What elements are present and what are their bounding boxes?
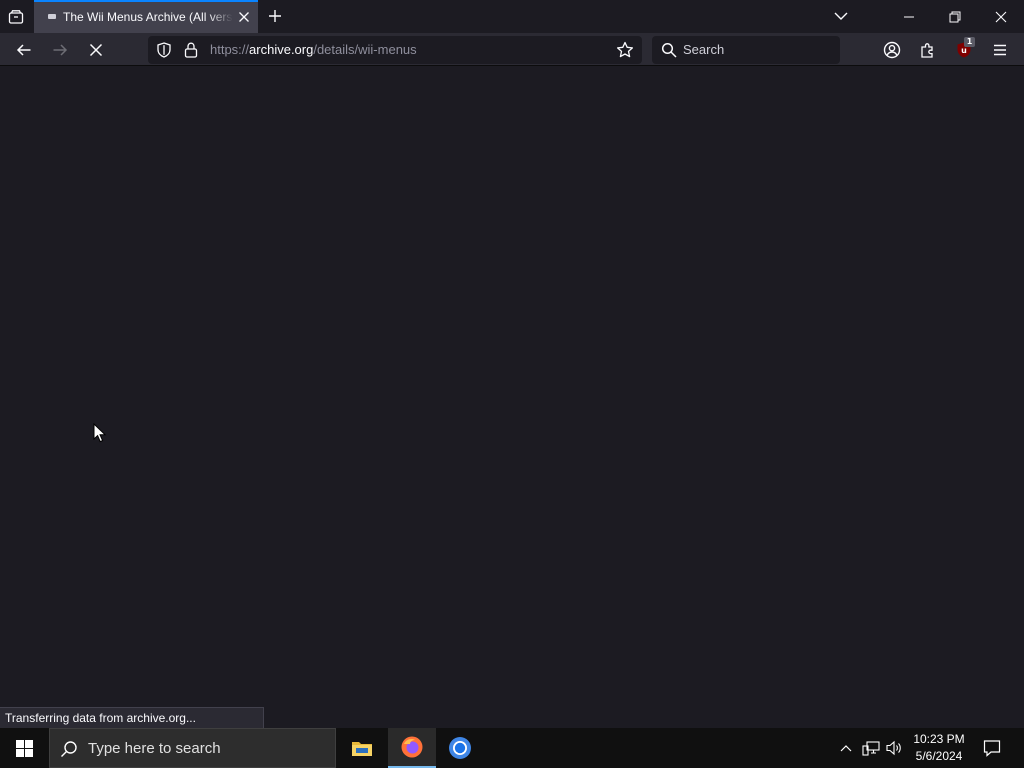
- navigation-toolbar: https://archive.org/details/wii-menus Se…: [0, 33, 1024, 66]
- close-icon: [995, 11, 1007, 22]
- clock-date: 5/6/2024: [915, 749, 963, 763]
- taskbar-search-input[interactable]: Type here to search: [88, 739, 221, 759]
- arrow-left-icon: [16, 44, 31, 56]
- network-button[interactable]: [860, 728, 882, 768]
- stop-icon: [89, 43, 103, 57]
- puzzle-icon: [921, 43, 933, 58]
- url-host: archive.org: [249, 42, 314, 57]
- url-scheme: https://: [210, 42, 250, 57]
- url-path: /details/wii-menus: [313, 42, 417, 57]
- account-icon: [883, 41, 901, 59]
- windows-logo-icon: [15, 739, 33, 757]
- taskbar: Type here to search 10:23 PM 5/6/2024: [0, 728, 1024, 768]
- firefox-taskbar-button[interactable]: [388, 728, 436, 768]
- taskbar-search[interactable]: Type here to search: [49, 728, 336, 768]
- close-icon[interactable]: [235, 8, 253, 26]
- tab-list-icon[interactable]: [4, 5, 28, 29]
- account-button[interactable]: [879, 37, 905, 63]
- firefox-icon: [401, 736, 423, 758]
- search-input[interactable]: Search: [683, 41, 724, 59]
- arrow-right-icon: [53, 44, 68, 56]
- file-explorer-button[interactable]: [338, 728, 386, 768]
- window-close-button[interactable]: [978, 0, 1024, 33]
- folder-icon: [352, 742, 372, 756]
- notification-button[interactable]: [978, 728, 1006, 768]
- network-icon: [862, 741, 880, 756]
- url-text[interactable]: https://archive.org/details/wii-menus: [210, 41, 417, 59]
- tab-strip: The Wii Menus Archive (All versions): [0, 0, 1024, 33]
- lock-icon[interactable]: [184, 42, 198, 58]
- menu-button[interactable]: [987, 37, 1013, 63]
- favicon-icon: [48, 13, 56, 19]
- star-icon[interactable]: [616, 41, 634, 59]
- forward-button[interactable]: [46, 36, 74, 64]
- extensions-button[interactable]: [915, 37, 941, 63]
- taskbar-clock[interactable]: 10:23 PM 5/6/2024: [908, 728, 970, 768]
- svg-text:u: u: [961, 46, 967, 55]
- address-bar[interactable]: https://archive.org/details/wii-menus: [148, 36, 642, 64]
- chevron-up-icon: [840, 745, 852, 752]
- page-content[interactable]: Transferring data from archive.org...: [0, 66, 1024, 728]
- stop-button[interactable]: [82, 36, 110, 64]
- extension-badge: 1: [964, 37, 975, 47]
- tab-title: The Wii Menus Archive (All versions): [63, 10, 233, 24]
- search-bar[interactable]: Search: [652, 36, 840, 64]
- search-icon: [661, 42, 677, 58]
- tab-active[interactable]: The Wii Menus Archive (All versions): [34, 0, 258, 33]
- chevron-down-icon[interactable]: [830, 5, 852, 27]
- plus-icon[interactable]: [264, 5, 286, 27]
- chrome-taskbar-button[interactable]: [436, 728, 484, 768]
- search-icon: [60, 740, 78, 758]
- start-button[interactable]: [0, 728, 48, 768]
- hamburger-icon: [994, 44, 1006, 56]
- notification-icon: [983, 740, 1001, 757]
- restore-button[interactable]: [932, 0, 978, 33]
- clock-time: 10:23 PM: [913, 732, 965, 746]
- mouse-cursor-icon: [93, 422, 107, 443]
- tray-overflow-button[interactable]: [836, 728, 856, 768]
- volume-icon: [886, 740, 901, 756]
- status-panel: Transferring data from archive.org...: [0, 707, 264, 728]
- shield-icon[interactable]: [156, 42, 172, 58]
- chrome-icon: [449, 737, 471, 759]
- ublock-button[interactable]: u 1: [951, 37, 977, 63]
- restore-icon: [949, 11, 961, 22]
- volume-button[interactable]: [884, 728, 906, 768]
- minimize-button[interactable]: [886, 0, 932, 33]
- back-button[interactable]: [10, 36, 38, 64]
